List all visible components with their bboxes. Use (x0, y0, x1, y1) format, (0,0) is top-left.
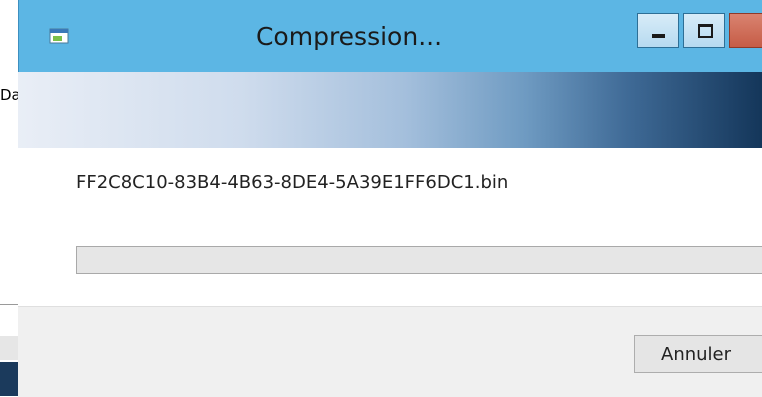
minimize-icon (652, 34, 665, 38)
maximize-icon (698, 24, 713, 38)
title-bar[interactable]: Compression... (19, 0, 762, 70)
header-banner (18, 72, 762, 148)
background-window-text: Da (0, 86, 20, 104)
cancel-button[interactable]: Annuler (634, 335, 762, 373)
background-divider (0, 304, 20, 305)
maximize-button[interactable] (683, 13, 725, 48)
window-title: Compression... (255, 22, 443, 51)
button-footer: Annuler (18, 306, 762, 397)
progress-bar (76, 246, 762, 274)
minimize-button[interactable] (637, 13, 679, 48)
current-file-label: FF2C8C10-83B4-4B63-8DE4-5A39E1FF6DC1.bin (76, 172, 509, 193)
close-button[interactable] (729, 13, 762, 48)
background-panel (0, 336, 20, 360)
dialog-content: FF2C8C10-83B4-4B63-8DE4-5A39E1FF6DC1.bin… (18, 72, 762, 397)
